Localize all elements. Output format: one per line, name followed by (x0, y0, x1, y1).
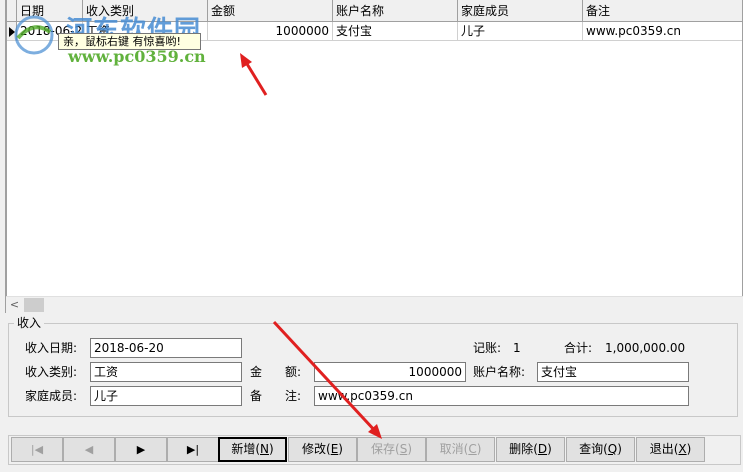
horizontal-scrollbar[interactable]: < (6, 296, 743, 313)
note-label-char2: 注: (285, 389, 302, 403)
cancel-button[interactable]: 取消(C) (426, 437, 495, 462)
total-label: 合计: (564, 341, 593, 355)
exit-button-label: 退出 (649, 442, 674, 456)
account-label: 账户名称: (473, 365, 526, 379)
save-button[interactable]: 保存(S) (357, 437, 426, 462)
delete-button[interactable]: 删除(D) (496, 437, 565, 462)
exit-button[interactable]: 退出(X) (636, 437, 705, 462)
cell-note[interactable]: www.pc0359.cn (583, 22, 742, 41)
note-label-char1: 备 (250, 389, 263, 403)
date-label: 收入日期: (25, 341, 78, 355)
note-field[interactable]: www.pc0359.cn (314, 386, 689, 406)
member-field[interactable]: 儿子 (90, 386, 242, 406)
amount-field[interactable]: 1000000 (314, 362, 466, 382)
edit-button[interactable]: 修改(E) (288, 437, 357, 462)
cancel-button-label: 取消 (439, 442, 464, 456)
last-icon: ▶| (186, 443, 200, 456)
amount-label-char2: 额: (285, 365, 302, 379)
column-header-note[interactable]: 备注 (583, 0, 742, 22)
tooltip: 亲，鼠标右键 有惊喜哟! (58, 33, 201, 50)
edit-button-key: E (330, 442, 339, 456)
groupbox-legend: 收入 (14, 316, 45, 330)
next-record-button[interactable]: ▶ (115, 437, 167, 462)
save-button-key: S (399, 442, 408, 456)
new-button-key: N (260, 442, 269, 456)
column-header-amount[interactable]: 金额 (208, 0, 333, 22)
cancel-button-key: C (468, 442, 477, 456)
member-label: 家庭成员: (25, 389, 78, 403)
total-value: 1,000,000.00 (605, 341, 686, 355)
new-button-label: 新增 (231, 442, 256, 456)
date-field[interactable]: 2018-06-20 (90, 338, 242, 358)
category-field[interactable]: 工资 (90, 362, 242, 382)
category-label: 收入类别: (25, 365, 78, 379)
query-button[interactable]: 查询(Q) (566, 437, 635, 462)
exit-button-key: X (678, 442, 687, 456)
delete-button-label: 删除 (509, 442, 534, 456)
amount-label-char1: 金 (250, 365, 263, 379)
scroll-left-icon[interactable]: < (6, 297, 23, 314)
records-label: 记账: (473, 341, 502, 355)
records-value: 1 (513, 341, 521, 355)
cell-amount[interactable]: 1000000 (208, 22, 333, 41)
account-field[interactable]: 支付宝 (537, 362, 689, 382)
first-record-button[interactable]: |◀ (11, 437, 63, 462)
cell-account[interactable]: 支付宝 (333, 22, 458, 41)
column-header-account[interactable]: 账户名称 (333, 0, 458, 22)
watermark-logo-icon (14, 15, 54, 55)
query-button-key: Q (607, 442, 618, 456)
next-icon: ▶ (136, 443, 146, 456)
prev-record-button[interactable]: ◀ (63, 437, 115, 462)
scroll-thumb[interactable] (24, 298, 44, 312)
last-record-button[interactable]: ▶| (167, 437, 219, 462)
query-button-label: 查询 (579, 442, 604, 456)
first-icon: |◀ (30, 443, 44, 456)
column-header-member[interactable]: 家庭成员 (458, 0, 583, 22)
prev-icon: ◀ (84, 443, 94, 456)
save-button-label: 保存 (370, 442, 395, 456)
new-button[interactable]: 新增(N) (218, 437, 287, 462)
delete-button-key: D (537, 442, 548, 456)
edit-button-label: 修改 (302, 442, 327, 456)
cell-member[interactable]: 儿子 (458, 22, 583, 41)
